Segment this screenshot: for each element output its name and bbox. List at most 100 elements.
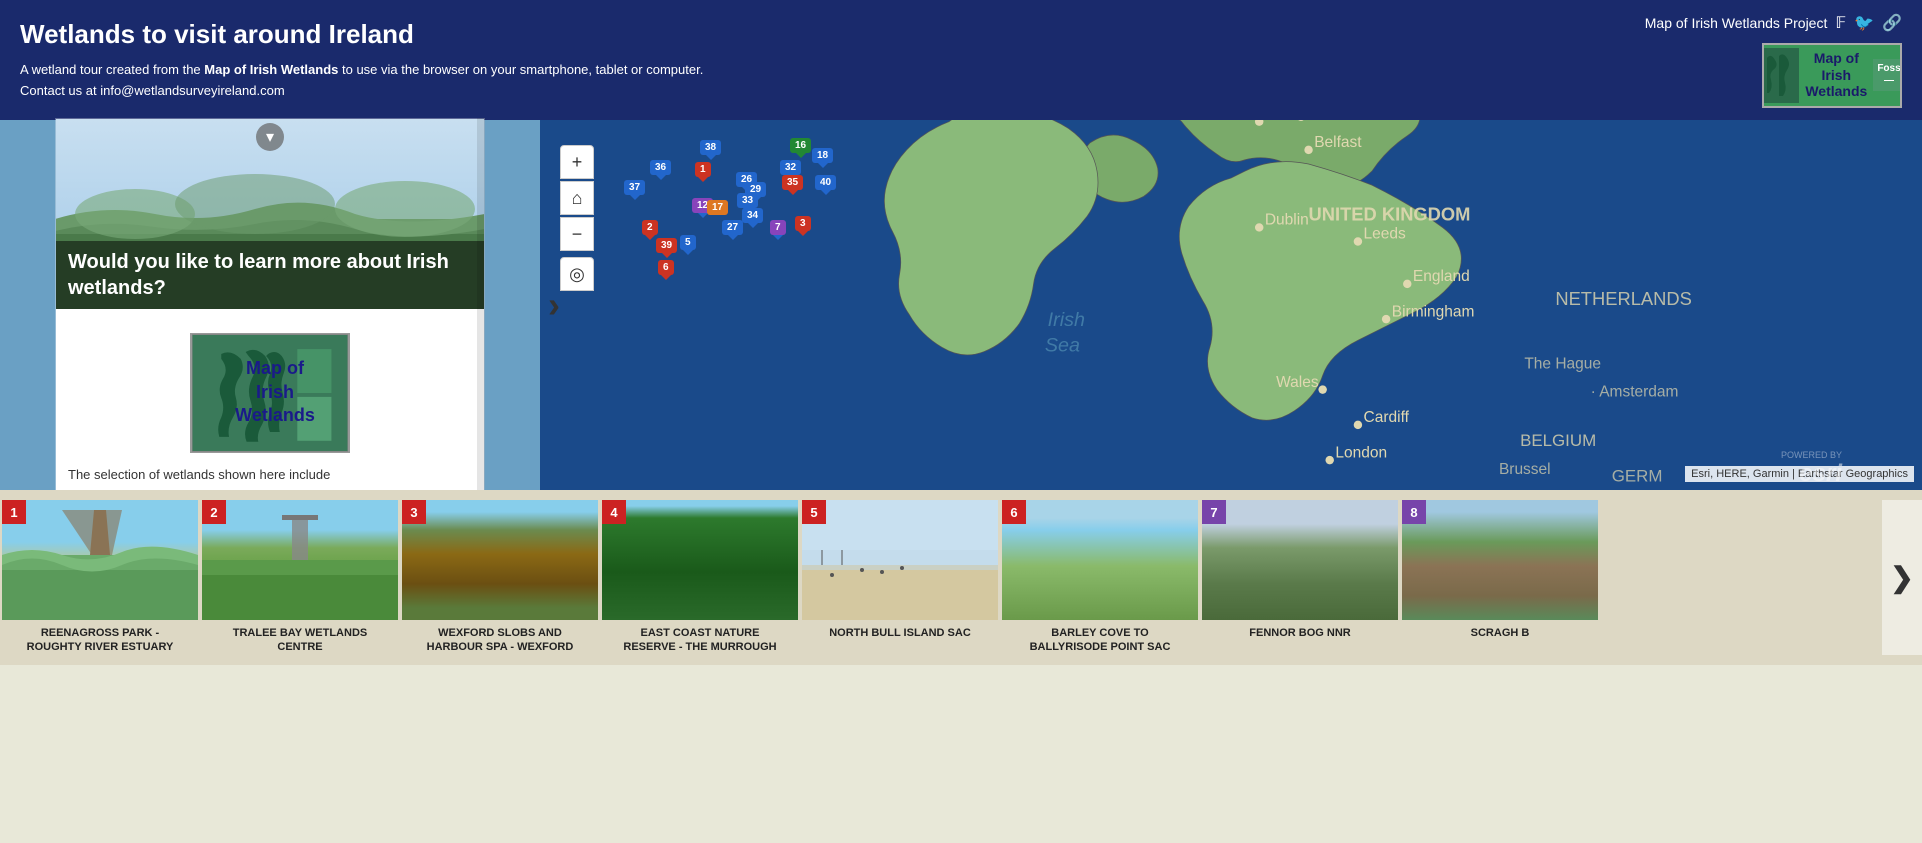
map-pin-33[interactable]: 33 bbox=[737, 193, 758, 208]
gallery-photo-7 bbox=[1202, 500, 1398, 620]
gallery-item-2[interactable]: 2 TRALEE BAY WETLANDSCENTRE bbox=[200, 500, 400, 655]
pin-badge-3[interactable]: 3 bbox=[795, 216, 811, 231]
gallery-badge-5: 5 bbox=[802, 500, 826, 524]
pin-badge-34[interactable]: 34 bbox=[742, 208, 763, 223]
map-pin-1[interactable]: 1 bbox=[695, 162, 711, 177]
svg-text:Belfast: Belfast bbox=[1314, 134, 1362, 151]
twitter-icon[interactable]: 🐦 bbox=[1854, 13, 1874, 33]
card-scrollbar[interactable] bbox=[477, 118, 485, 493]
info-card: ▾ bbox=[55, 118, 485, 493]
map-pin-18[interactable]: 18 bbox=[812, 148, 833, 163]
svg-text:Sea: Sea bbox=[1045, 335, 1080, 357]
zoom-in-button[interactable]: + bbox=[560, 145, 594, 179]
gallery-item-7[interactable]: 7 FENNOR BOG NNR bbox=[1200, 500, 1400, 655]
card-body: Map ofIrishWetlands The selection of wet… bbox=[56, 309, 484, 492]
map-pin-27[interactable]: 27 bbox=[722, 220, 743, 235]
gallery-item-3[interactable]: 3 WEXFORD SLOBS ANDHARBOUR SPA - WEXFORD bbox=[400, 500, 600, 655]
zoom-out-button[interactable]: − bbox=[560, 217, 594, 251]
map-pin-32[interactable]: 32 bbox=[780, 160, 801, 175]
map-pin-2[interactable]: 2 bbox=[642, 220, 658, 235]
home-button[interactable]: ⌂ bbox=[560, 181, 594, 215]
gallery-badge-3: 3 bbox=[402, 500, 426, 524]
map-thumb-image bbox=[1762, 48, 1799, 103]
gallery-badge-8: 8 bbox=[1402, 500, 1426, 524]
pin-badge-39[interactable]: 39 bbox=[656, 238, 677, 253]
map-pin-40[interactable]: 40 bbox=[815, 175, 836, 190]
map-pin-7[interactable]: 7 bbox=[770, 220, 786, 235]
gallery-item-4[interactable]: 4 EAST COAST NATURERESERVE - THE MURROUG… bbox=[600, 500, 800, 655]
map-area[interactable]: North Sea Celtic Sea Irish Sea NETHERLAN… bbox=[540, 120, 1922, 490]
next-arrow-button[interactable]: › bbox=[548, 284, 560, 326]
gallery-badge-4: 4 bbox=[602, 500, 626, 524]
map-pin-17[interactable]: 17 bbox=[707, 200, 728, 215]
pin-badge-33[interactable]: 33 bbox=[737, 193, 758, 208]
map-pin-37[interactable]: 37 bbox=[624, 180, 645, 195]
svg-text:Glasgow: Glasgow bbox=[1265, 120, 1326, 121]
map-pin-16[interactable]: 16 bbox=[790, 138, 811, 153]
header-left: Wetlands to visit around Ireland A wetla… bbox=[20, 19, 1645, 102]
desc-bold: Map of Irish Wetlands bbox=[204, 62, 338, 77]
gallery-badge-1: 1 bbox=[2, 500, 26, 524]
locate-button[interactable]: ◎ bbox=[560, 257, 594, 291]
card-map-label: Map ofIrishWetlands bbox=[235, 357, 315, 427]
link-icon[interactable]: 🔗 bbox=[1882, 13, 1902, 33]
gallery-photo-6 bbox=[1002, 500, 1198, 620]
project-label-row: Map of Irish Wetlands Project 𝔽 🐦 🔗 bbox=[1645, 13, 1902, 33]
powered-by-esri: POWERED BY bbox=[1781, 450, 1842, 460]
facebook-icon[interactable]: 𝔽 bbox=[1835, 13, 1846, 33]
pin-badge-38[interactable]: 38 bbox=[700, 140, 721, 155]
gallery-item-1[interactable]: 1 REENAGROSS PARK -ROUGHTY RIVER ESTUARY bbox=[0, 500, 200, 655]
pin-badge-27[interactable]: 27 bbox=[722, 220, 743, 235]
pin-badge-7[interactable]: 7 bbox=[770, 220, 786, 235]
gallery-photo-1 bbox=[2, 500, 198, 620]
svg-text:UNITED KINGDOM: UNITED KINGDOM bbox=[1309, 203, 1471, 224]
map-pin-39[interactable]: 39 bbox=[656, 238, 677, 253]
collapse-button[interactable]: ▾ bbox=[256, 123, 284, 151]
svg-text:GERM: GERM bbox=[1612, 466, 1663, 485]
gallery-item-8[interactable]: 8 SCRAGH B bbox=[1400, 500, 1600, 655]
map-pin-35[interactable]: 35 bbox=[782, 175, 803, 190]
pin-badge-1[interactable]: 1 bbox=[695, 162, 711, 177]
gallery-badge-6: 6 bbox=[1002, 500, 1026, 524]
pin-badge-6[interactable]: 6 bbox=[658, 260, 674, 275]
project-label: Map of Irish Wetlands Project bbox=[1645, 15, 1828, 31]
gallery-photo-2 bbox=[202, 500, 398, 620]
map-pin-3[interactable]: 3 bbox=[795, 216, 811, 231]
gallery-item-5[interactable]: 5 NORTH BULL ISLAND SAC bbox=[800, 500, 1000, 655]
pin-badge-36[interactable]: 36 bbox=[650, 160, 671, 175]
map-pin-36[interactable]: 36 bbox=[650, 160, 671, 175]
pin-badge-5[interactable]: 5 bbox=[680, 235, 696, 250]
card-body-text: The selection of wetlands shown here inc… bbox=[68, 467, 472, 482]
gallery-next-button[interactable]: ❯ bbox=[1882, 500, 1922, 655]
header-right: Map of Irish Wetlands Project 𝔽 🐦 🔗 Map … bbox=[1645, 13, 1902, 108]
pin-badge-32[interactable]: 32 bbox=[780, 160, 801, 175]
card-map-container: Map ofIrishWetlands bbox=[68, 325, 472, 461]
svg-text:The Hague: The Hague bbox=[1524, 355, 1601, 372]
gallery-label-6: BARLEY COVE TOBALLYRISODE POINT SAC bbox=[1026, 626, 1175, 655]
svg-text:· Amsterdam: · Amsterdam bbox=[1591, 384, 1679, 401]
pin-badge-35[interactable]: 35 bbox=[782, 175, 803, 190]
pin-badge-2[interactable]: 2 bbox=[642, 220, 658, 235]
svg-text:London: London bbox=[1335, 444, 1387, 461]
gallery-img-wrap-1: 1 bbox=[2, 500, 198, 620]
map-pin-34[interactable]: 34 bbox=[742, 208, 763, 223]
card-map-image: Map ofIrishWetlands bbox=[190, 333, 350, 453]
svg-text:Wales: Wales bbox=[1276, 374, 1319, 391]
gallery-photo-8 bbox=[1402, 500, 1598, 620]
svg-text:Cardiff: Cardiff bbox=[1364, 409, 1410, 426]
pin-badge-16[interactable]: 16 bbox=[790, 138, 811, 153]
pin-badge-40[interactable]: 40 bbox=[815, 175, 836, 190]
map-pin-38[interactable]: 38 bbox=[700, 140, 721, 155]
map-pin-6[interactable]: 6 bbox=[658, 260, 674, 275]
gallery: 1 REENAGROSS PARK -ROUGHTY RIVER ESTUARY… bbox=[0, 490, 1922, 665]
map-pin-5[interactable]: 5 bbox=[680, 235, 696, 250]
gallery-item-6[interactable]: 6 BARLEY COVE TOBALLYRISODE POINT SAC bbox=[1000, 500, 1200, 655]
gallery-label-7: FENNOR BOG NNR bbox=[1245, 626, 1354, 640]
pin-badge-37[interactable]: 37 bbox=[624, 180, 645, 195]
pin-badge-18[interactable]: 18 bbox=[812, 148, 833, 163]
map-thumbnail[interactable]: Map ofIrishWetlands Foss— bbox=[1762, 43, 1902, 108]
desc-text-1: A wetland tour created from the bbox=[20, 62, 204, 77]
svg-text:Dublin: Dublin bbox=[1265, 212, 1309, 229]
gallery-badge-7: 7 bbox=[1202, 500, 1226, 524]
pin-badge-17[interactable]: 17 bbox=[707, 200, 728, 215]
